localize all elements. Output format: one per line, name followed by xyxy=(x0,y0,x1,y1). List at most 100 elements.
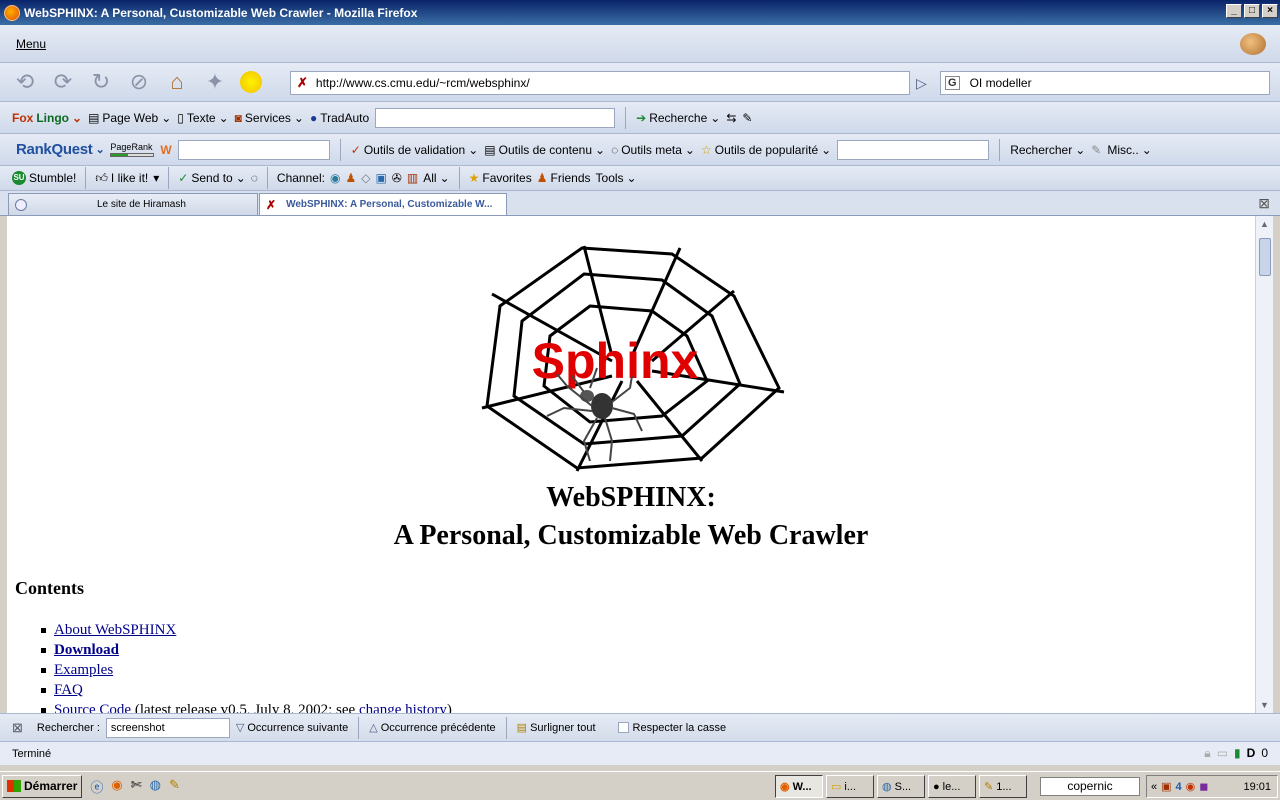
tab-bar: Le site de Hiramash ✗ WebSPHINX: A Perso… xyxy=(0,191,1280,216)
foxlingo-input[interactable] xyxy=(375,107,616,128)
close-button[interactable]: × xyxy=(1262,4,1278,18)
app-icon: ◍ xyxy=(882,781,892,793)
sun-icon[interactable] xyxy=(240,71,262,93)
validation-menu[interactable]: ✓ Outils de validation ⌄ xyxy=(351,143,479,157)
home-icon[interactable]: ⌂ xyxy=(162,67,192,97)
tool-icon[interactable]: ✄ xyxy=(131,777,142,796)
close-find-icon[interactable]: ⊠ xyxy=(12,720,23,736)
book-icon[interactable]: ▥ xyxy=(407,171,418,185)
change-history-link[interactable]: change history xyxy=(359,702,447,714)
send-to-menu[interactable]: ✓ Send to ⌄ xyxy=(178,171,246,185)
task-button-s[interactable]: ◍ S... xyxy=(877,775,925,798)
task-button-le[interactable]: ● le... xyxy=(928,775,976,798)
people-icon[interactable]: ♟ xyxy=(345,171,356,185)
tools-menu[interactable]: Tools ⌄ xyxy=(596,171,637,185)
tab-websphinx[interactable]: ✗ WebSPHINX: A Personal, Customizable W.… xyxy=(259,193,507,215)
bookmark-star-icon[interactable]: ✦ xyxy=(200,67,230,97)
lock-icon: 🔒︎ xyxy=(1204,746,1211,760)
misc-menu[interactable]: Misc.. ⌄ xyxy=(1107,143,1151,157)
source-code-link[interactable]: Source Code xyxy=(54,702,131,714)
find-prev-button[interactable]: △ Occurrence précédente xyxy=(369,721,495,735)
source-code-note-end: ) xyxy=(446,701,452,714)
green-doc-icon[interactable]: ▮ xyxy=(1234,746,1241,761)
rankquest-search-input[interactable] xyxy=(837,139,990,160)
feather-icon[interactable]: ✎ xyxy=(1091,143,1101,157)
friends-button[interactable]: ♟ Friends xyxy=(537,171,591,185)
task-button-folder[interactable]: ▭ i... xyxy=(826,775,874,798)
google-icon[interactable]: G xyxy=(945,76,960,90)
like-button[interactable]: 👍︎ I like it! xyxy=(95,171,148,186)
doc-icon: ▤ xyxy=(484,142,496,157)
about-link[interactable]: About WebSPHINX xyxy=(54,622,176,639)
tag-icon[interactable]: ◇ xyxy=(361,171,370,185)
match-case-checkbox[interactable]: Respecter la casse xyxy=(617,722,726,734)
forward-icon[interactable]: ⟳ xyxy=(48,67,78,97)
stumbleupon-icon: SU xyxy=(12,171,26,185)
app-icon: ● xyxy=(933,780,940,793)
url-bar[interactable]: ✗ http://www.cs.cmu.edu/~rcm/websphinx/ xyxy=(290,71,910,95)
globe-icon[interactable]: ◉ xyxy=(330,171,340,185)
scroll-up-icon[interactable]: ▲ xyxy=(1260,219,1269,229)
rechercher-menu[interactable]: Rechercher ⌄ xyxy=(1010,143,1085,157)
find-next-button[interactable]: ▽ Occurrence suivante xyxy=(236,721,348,735)
globe-quick-icon[interactable]: ◍ xyxy=(150,777,161,796)
rankquest-input[interactable] xyxy=(177,139,330,160)
windows-taskbar: Démarrer ⓔ ◉ ✄ ◍ ✎ ◉ W... ▭ i... ◍ S... ● le… xyxy=(0,771,1280,800)
tray-shield-icon[interactable]: ◉ xyxy=(1186,780,1196,793)
contenu-menu[interactable]: ▤ Outils de contenu ⌄ xyxy=(484,143,605,157)
foxlingo-menu[interactable]: Fox Lingo ⌄ xyxy=(12,111,82,125)
texte-menu[interactable]: ▯ Texte ⌄ xyxy=(177,111,228,125)
tab-hiramash[interactable]: Le site de Hiramash xyxy=(8,193,258,215)
note-icon[interactable]: ✎ xyxy=(169,777,180,796)
tray-4-icon[interactable]: 4 xyxy=(1176,781,1182,793)
task-button-1[interactable]: ✎ 1... xyxy=(979,775,1027,798)
w-icon[interactable]: W xyxy=(160,143,171,157)
site-favicon-icon: ✗ xyxy=(297,75,308,90)
maximize-button[interactable]: □ xyxy=(1244,4,1260,18)
start-button[interactable]: Démarrer xyxy=(2,774,83,798)
tray-expand-icon[interactable]: « xyxy=(1151,781,1157,793)
window-icon[interactable]: ▣ xyxy=(375,171,386,185)
download-link[interactable]: Download xyxy=(54,642,119,659)
copernic-search-input[interactable]: copernic xyxy=(1040,777,1140,796)
rankquest-menu[interactable]: RankQuest ⌄ xyxy=(16,141,105,158)
thumbs-down-icon[interactable]: ▾ xyxy=(153,171,159,185)
tray-app2-icon[interactable]: ◼ xyxy=(1199,780,1208,793)
comment-icon[interactable]: ◌ xyxy=(251,171,258,185)
meta-menu[interactable]: ◌ Outils meta ⌄ xyxy=(611,143,695,157)
swap-icon[interactable]: ⇆ xyxy=(726,111,736,125)
popularite-menu[interactable]: ☆ Outils de popularité ⌄ xyxy=(701,143,831,157)
firefox-quick-icon[interactable]: ◉ xyxy=(111,777,122,796)
film-icon[interactable]: ✇ xyxy=(392,171,402,185)
services-menu[interactable]: ◙ Services ⌄ xyxy=(235,111,304,125)
examples-link[interactable]: Examples xyxy=(54,662,113,679)
task-button-firefox[interactable]: ◉ W... xyxy=(775,775,823,798)
find-input[interactable] xyxy=(105,717,230,738)
contents-heading: Contents xyxy=(15,578,85,598)
stop-icon[interactable]: ⊘ xyxy=(124,67,154,97)
vertical-scrollbar[interactable]: ▲ ▼ xyxy=(1255,216,1273,713)
ie-icon[interactable]: ⓔ xyxy=(90,777,103,796)
search-bar[interactable]: G OI modeller xyxy=(940,71,1270,95)
scroll-down-icon[interactable]: ▼ xyxy=(1260,700,1269,710)
scrollbar-thumb[interactable] xyxy=(1259,238,1271,276)
faq-link[interactable]: FAQ xyxy=(54,682,83,699)
stumble-button[interactable]: SU Stumble! xyxy=(12,171,76,185)
page-web-menu[interactable]: ▤ Page Web ⌄ xyxy=(88,111,171,125)
favorites-button[interactable]: ★ Favorites xyxy=(469,171,532,185)
recherche-button[interactable]: ➔ Recherche ⌄ xyxy=(636,111,720,125)
back-icon[interactable]: ⟲ xyxy=(10,67,40,97)
d-icon[interactable]: D xyxy=(1247,746,1256,761)
page-icon: ▤ xyxy=(88,110,100,125)
minimize-button[interactable]: _ xyxy=(1226,4,1242,18)
go-icon[interactable]: ▷ xyxy=(916,75,927,92)
tray-app-icon[interactable]: ▣ xyxy=(1161,780,1171,793)
close-tab-icon[interactable]: ⊠ xyxy=(1258,195,1270,212)
all-menu[interactable]: All ⌄ xyxy=(423,171,449,185)
reload-icon[interactable]: ↻ xyxy=(86,67,116,97)
bubble-icon: ◌ xyxy=(611,142,619,157)
highlight-all-button[interactable]: ▤ Surligner tout xyxy=(517,721,596,735)
menu-button[interactable]: Menu xyxy=(16,37,46,51)
tradauto-button[interactable]: ● TradAuto xyxy=(310,111,369,125)
pin-icon[interactable]: ✎ xyxy=(742,111,752,125)
